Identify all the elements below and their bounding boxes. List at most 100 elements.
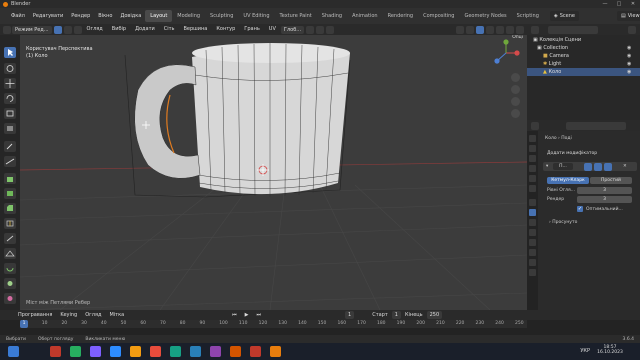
world-tab-icon[interactable] — [529, 185, 536, 192]
physics-tab-icon[interactable] — [529, 229, 536, 236]
eye-icon[interactable]: ◉ — [627, 68, 637, 76]
inset-tool[interactable] — [4, 188, 16, 199]
tab-compositing[interactable]: Compositing — [418, 10, 459, 22]
shading-material-icon[interactable] — [506, 25, 514, 34]
scene-tab-icon[interactable] — [529, 175, 536, 182]
menu-view[interactable]: Огляд — [83, 24, 107, 35]
outliner-row[interactable]: ▲ Коло ◉ — [527, 68, 640, 76]
add-modifier-button[interactable]: Додати модифікатор — [547, 151, 597, 156]
poly-build-tool[interactable] — [4, 248, 16, 259]
snap-icon[interactable] — [316, 25, 325, 34]
gizmo-icon[interactable] — [466, 25, 474, 34]
close-button[interactable]: ✕ — [626, 0, 640, 8]
constraints-tab-icon[interactable] — [529, 239, 536, 246]
start-frame-field[interactable]: 1 — [391, 311, 401, 319]
visibility-icon[interactable] — [456, 25, 464, 34]
outliner-row[interactable]: ■ Camera ◉ — [527, 52, 640, 60]
jump-end-icon[interactable]: ⏭ — [253, 310, 266, 321]
levels-viewport-field[interactable]: 3 — [577, 187, 632, 194]
annotate-tool[interactable] — [4, 141, 16, 152]
tab-modeling[interactable]: Modeling — [172, 10, 205, 22]
navigation-gizmo[interactable] — [491, 39, 521, 67]
language-indicator[interactable]: УКР — [580, 348, 590, 354]
bevel-tool[interactable] — [4, 203, 16, 214]
tab-layout[interactable]: Layout — [145, 10, 173, 22]
menu-help[interactable]: Довідка — [116, 8, 145, 24]
end-frame-field[interactable]: 250 — [426, 311, 443, 319]
particles-tab-icon[interactable] — [529, 219, 536, 226]
pan-hand-icon[interactable] — [511, 85, 520, 94]
ortho-toggle-icon[interactable] — [511, 109, 520, 118]
menu-face[interactable]: Грань — [240, 24, 264, 35]
eye-icon[interactable]: ◉ — [627, 60, 637, 68]
material-tab-icon[interactable] — [529, 259, 536, 266]
render-tab-icon[interactable] — [529, 145, 536, 152]
extrude-tool[interactable] — [4, 173, 16, 184]
editor-type-icon[interactable] — [3, 25, 11, 34]
render-toggle-icon[interactable] — [604, 162, 612, 171]
shrink-fatten-tool[interactable] — [4, 293, 16, 304]
app-icon[interactable] — [210, 346, 221, 357]
tab-texture-paint[interactable]: Texture Paint — [275, 10, 317, 22]
rotate-tool[interactable] — [4, 93, 16, 104]
start-icon[interactable] — [8, 346, 19, 357]
object-tab-icon[interactable] — [529, 199, 536, 206]
optimal-display-checkbox[interactable]: ✓ — [577, 206, 583, 212]
camera-view-icon[interactable] — [511, 97, 520, 106]
outliner-row[interactable]: ▣ Колекція Сцени — [527, 36, 640, 44]
xray-icon[interactable] — [486, 25, 494, 34]
blender-taskbar-icon[interactable] — [270, 346, 281, 357]
menu-add[interactable]: Додати — [131, 24, 159, 35]
view-layer-selector[interactable]: ▤ ViewLayer — [617, 11, 640, 21]
shading-solid-icon[interactable] — [496, 25, 504, 34]
clock[interactable]: 18:57 16.10.2023 — [594, 345, 626, 355]
app-icon[interactable] — [250, 346, 261, 357]
outliner-row[interactable]: ✱ Light ◉ — [527, 60, 640, 68]
catmull-clark-tab[interactable]: Кетмул-Кларк — [547, 177, 589, 184]
vertex-select-icon[interactable] — [53, 25, 62, 34]
view-layer-tab-icon[interactable] — [529, 165, 536, 172]
maximize-button[interactable]: □ — [612, 0, 626, 8]
select-box-tool[interactable] — [4, 47, 16, 58]
smooth-tool[interactable] — [4, 278, 16, 289]
play-icon[interactable]: ▶ — [241, 310, 253, 321]
modifier-name-field[interactable]: П... — [553, 163, 573, 170]
scene-selector[interactable]: ◈ Scene — [549, 11, 579, 21]
current-frame-field[interactable]: 1 — [345, 311, 355, 319]
zoom-icon[interactable] — [511, 73, 520, 82]
menu-window[interactable]: Вікно — [94, 8, 116, 24]
timeline[interactable]: 1102030405060708090100110120130140150160… — [0, 320, 640, 335]
eye-icon[interactable]: ◉ — [627, 44, 637, 52]
tab-scripting[interactable]: Scripting — [512, 10, 544, 22]
3d-viewport[interactable]: Користувач Перспектива (1) Коло Міст між… — [20, 35, 527, 310]
menu-edit[interactable]: Редагувати — [29, 8, 67, 24]
app-icon[interactable] — [70, 346, 81, 357]
jump-start-icon[interactable]: ⏮ — [228, 310, 241, 321]
scale-tool[interactable] — [4, 108, 16, 119]
mode-selector[interactable]: Режим Ред... — [12, 25, 52, 34]
tab-animation[interactable]: Animation — [347, 10, 383, 22]
move-tool[interactable] — [4, 78, 16, 89]
transform-orientation[interactable]: Глоб... — [280, 25, 305, 34]
tool-tab-icon[interactable] — [529, 135, 536, 142]
shading-render-icon[interactable] — [516, 25, 524, 34]
close-modifier-icon[interactable]: ✕ — [623, 164, 627, 169]
pivot-icon[interactable] — [306, 25, 315, 34]
menu-timeline-view[interactable]: Огляд — [81, 310, 105, 321]
filter-icon[interactable] — [628, 26, 636, 34]
measure-tool[interactable] — [4, 156, 16, 167]
properties-editor-icon[interactable] — [531, 122, 539, 130]
cursor-tool[interactable] — [4, 63, 16, 74]
menu-select[interactable]: Вибір — [108, 24, 130, 35]
frame-ruler[interactable]: 1102030405060708090100110120130140150160… — [20, 320, 527, 328]
data-tab-icon[interactable] — [529, 249, 536, 256]
menu-uv[interactable]: UV — [265, 24, 280, 35]
menu-mesh[interactable]: Сіть — [160, 24, 179, 35]
menu-render[interactable]: Рендер — [67, 8, 94, 24]
menu-vertex[interactable]: Вершина — [180, 24, 212, 35]
texture-tab-icon[interactable] — [529, 269, 536, 276]
tab-shading[interactable]: Shading — [317, 10, 347, 22]
overlay-icon[interactable] — [476, 25, 484, 34]
menu-file[interactable]: Файл — [7, 8, 29, 24]
overlays-menu[interactable]: Опці — [512, 35, 523, 40]
